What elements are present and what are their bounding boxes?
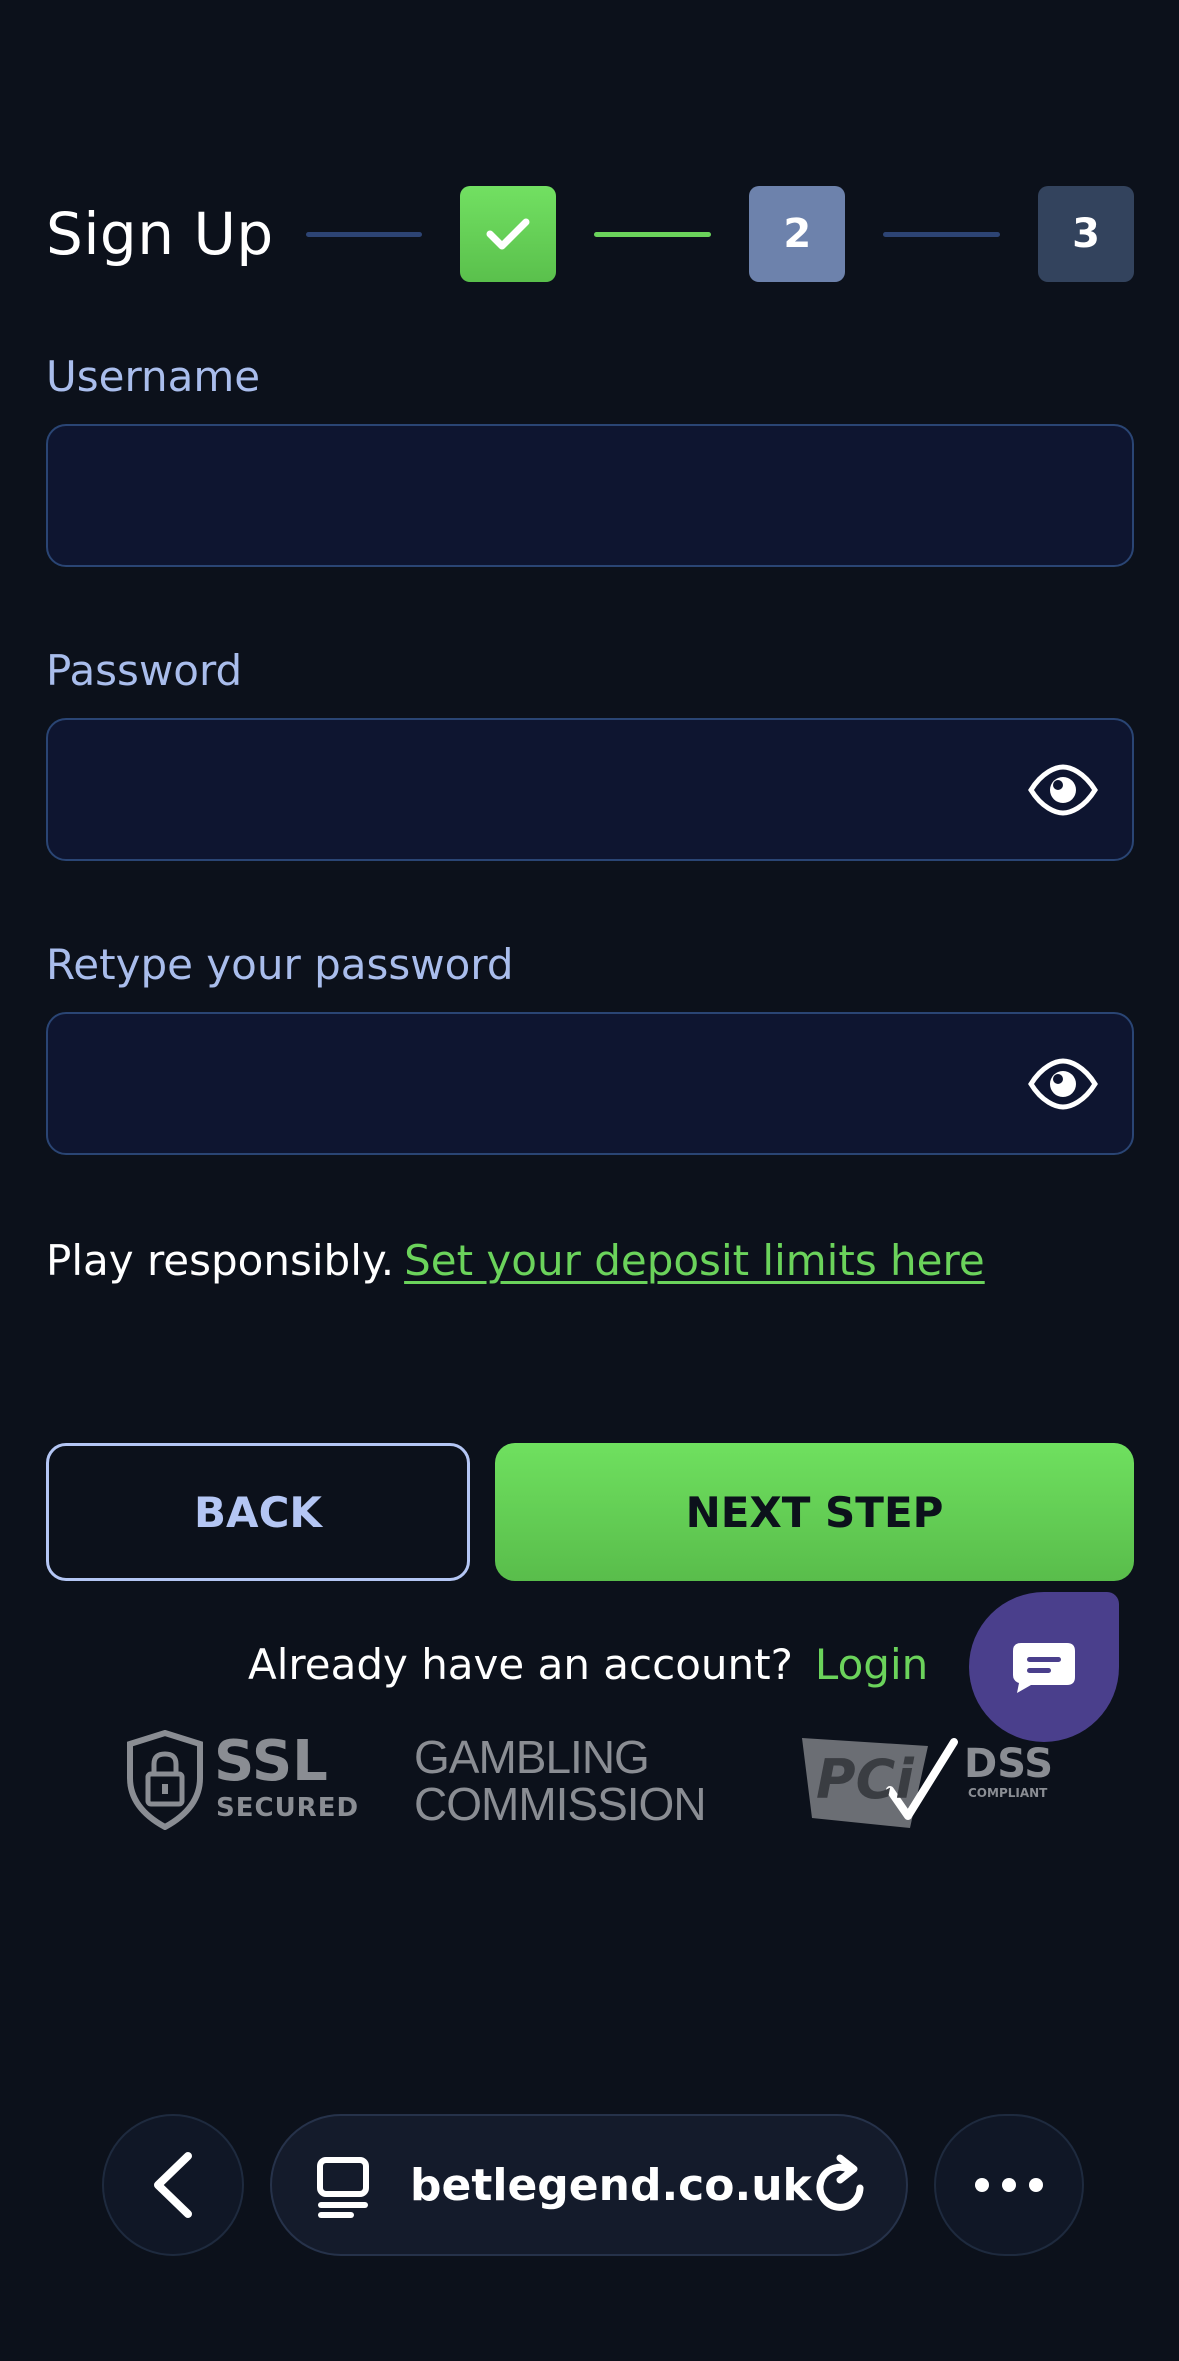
retype-password-label: Retype your password xyxy=(46,940,514,989)
step-2-current: 2 xyxy=(749,186,846,282)
stepper-line-1 xyxy=(305,231,423,237)
signup-header: Sign Up 2 3 xyxy=(46,186,1135,282)
password-label: Password xyxy=(46,646,243,695)
more-icon xyxy=(975,2178,1043,2192)
deposit-limits-link[interactable]: Set your deposit limits here xyxy=(404,1236,985,1285)
step-3-upcoming: 3 xyxy=(1038,186,1135,282)
ssl-secured-badge: SSL SECURED xyxy=(124,1729,358,1830)
reload-icon[interactable] xyxy=(812,2154,872,2218)
back-arrow-icon xyxy=(154,2152,192,2218)
ssl-text: SSL xyxy=(214,1729,328,1794)
stepper-line-3 xyxy=(883,231,1001,237)
check-icon xyxy=(486,218,530,250)
address-bar[interactable]: betlegend.co.uk xyxy=(270,2114,908,2256)
gambling-commission-badge: GAMBLING COMMISSION xyxy=(414,1734,734,1828)
login-prompt-text: Already have an account? xyxy=(248,1640,793,1689)
chat-icon xyxy=(1013,1643,1075,1693)
eye-icon[interactable] xyxy=(1028,764,1098,816)
gambling-text: GAMBLING xyxy=(414,1731,650,1783)
step-1-complete xyxy=(460,186,557,282)
stepper-line-2 xyxy=(594,231,712,237)
login-prompt-row: Already have an account? Login xyxy=(248,1640,928,1689)
login-link[interactable]: Login xyxy=(815,1640,928,1689)
more-options-button[interactable] xyxy=(934,2114,1084,2256)
next-step-button[interactable]: NEXT STEP xyxy=(495,1443,1134,1581)
page-title: Sign Up xyxy=(46,200,274,268)
compliant-text: COMPLIANT xyxy=(968,1786,1048,1800)
pci-dss-badge: PCi DSS COMPLIANT xyxy=(798,1732,1054,1832)
password-input[interactable] xyxy=(46,718,1134,861)
lock-shield-icon xyxy=(127,1730,203,1830)
commission-text: COMMISSION xyxy=(414,1778,707,1830)
pci-text: PCi xyxy=(816,1748,914,1811)
dss-text: DSS xyxy=(964,1741,1054,1787)
browser-back-button[interactable] xyxy=(102,2114,244,2256)
eye-icon[interactable] xyxy=(1028,1058,1098,1110)
live-chat-button[interactable] xyxy=(969,1592,1119,1742)
signup-page: Sign Up 2 3 Username Password Retype you… xyxy=(0,0,1179,2361)
back-button[interactable]: BACK xyxy=(46,1443,470,1581)
username-input[interactable] xyxy=(46,424,1134,567)
ssl-secured-text: SECURED xyxy=(216,1793,360,1823)
responsible-gambling-note: Play responsibly. Set your deposit limits… xyxy=(46,1236,985,1285)
retype-password-input[interactable] xyxy=(46,1012,1134,1155)
tabs-icon[interactable] xyxy=(314,2156,372,2218)
responsible-text: Play responsibly. xyxy=(46,1236,395,1285)
username-label: Username xyxy=(46,352,261,401)
url-text: betlegend.co.uk xyxy=(410,2160,812,2211)
